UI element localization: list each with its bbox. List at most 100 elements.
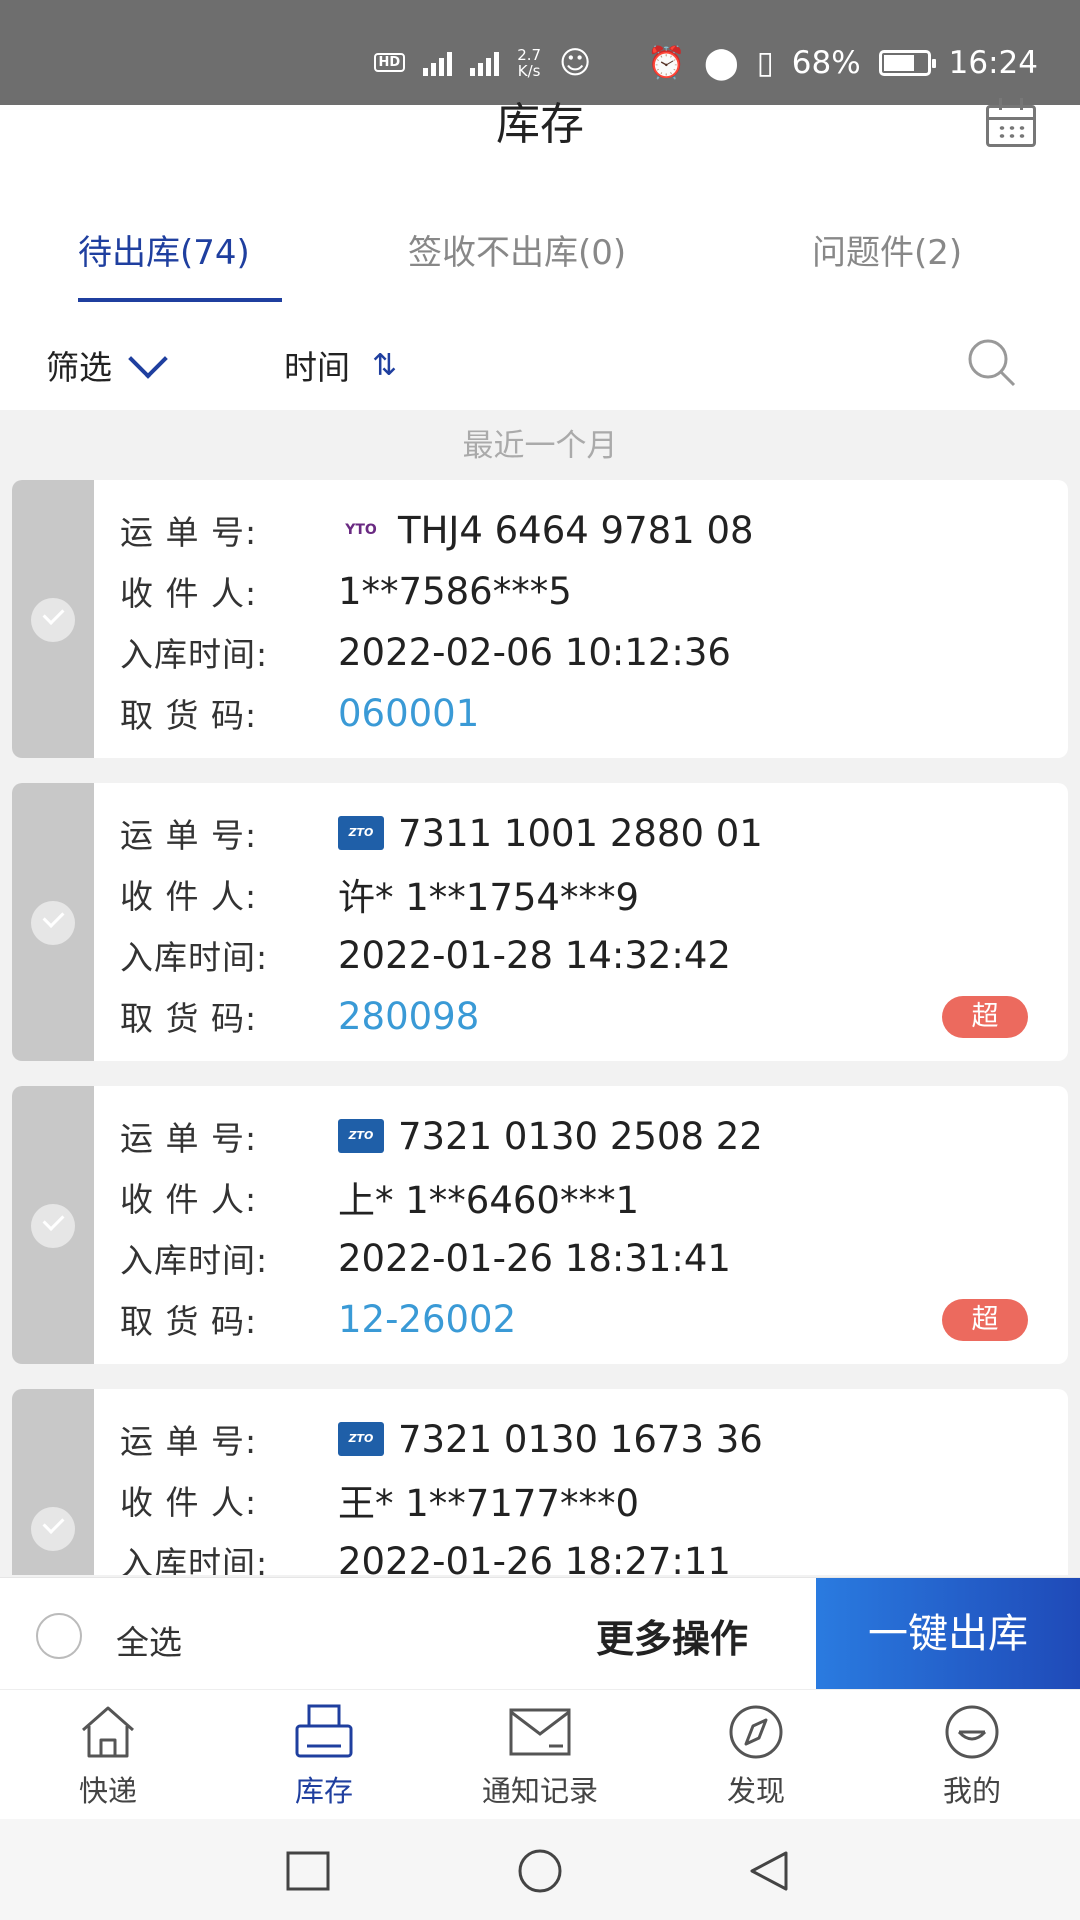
check-icon[interactable] bbox=[31, 901, 75, 945]
waybill-label: 运 单 号: bbox=[120, 816, 258, 855]
tab-pending-outbound[interactable]: 待出库(74) bbox=[78, 225, 250, 274]
tabbar-label: 发现 bbox=[726, 1774, 785, 1808]
select-all-radio[interactable] bbox=[36, 1613, 82, 1659]
stored-time-value: 2022-02-06 10:12:36 bbox=[338, 630, 731, 674]
select-strip[interactable] bbox=[12, 783, 94, 1061]
section-label: 最近一个月 bbox=[462, 428, 618, 464]
tabbar-label: 快递 bbox=[78, 1774, 137, 1808]
back-triangle-icon[interactable] bbox=[746, 1849, 794, 1893]
stored-time-label: 入库时间: bbox=[120, 938, 269, 977]
package-card[interactable]: 运 单 号: ZTO 7321 0130 2508 22 收 件 人: 上* 1… bbox=[12, 1086, 1068, 1364]
time-sort[interactable]: 时间 ⇅ bbox=[284, 341, 397, 389]
stored-time-label: 入库时间: bbox=[120, 1241, 269, 1280]
battery-icon bbox=[878, 49, 936, 76]
waybill-label: 运 单 号: bbox=[120, 1422, 258, 1461]
package-list[interactable]: 运 单 号: YTO THJ4 6464 9781 08 收 件 人: 1**7… bbox=[0, 480, 1080, 1575]
tab-problem-items[interactable]: 问题件(2) bbox=[812, 225, 962, 274]
waybill-number: 7311 1001 2880 01 bbox=[398, 811, 763, 855]
recents-square-icon[interactable] bbox=[284, 1849, 332, 1893]
filter-dropdown[interactable]: 筛选 bbox=[46, 339, 168, 389]
recipient-row: 收 件 人: 上* 1**6460***1 bbox=[120, 1172, 639, 1222]
status-bar: HD 2.7 K/s ☺ ⏰ ⬤ ▯ 68% 16:24 bbox=[0, 0, 1080, 105]
bulk-action-bar: 全选 更多操作 一键出库 bbox=[0, 1577, 1080, 1690]
waybill-number: 7321 0130 1673 36 bbox=[398, 1417, 763, 1461]
zto-logo-icon: ZTO bbox=[338, 1422, 384, 1456]
recipient-label: 收 件 人: bbox=[120, 1180, 258, 1219]
pickup-code-label: 取 货 码: bbox=[120, 696, 258, 735]
waybill-row: 运 单 号: ZTO 7321 0130 2508 22 bbox=[120, 1111, 763, 1161]
tabbar-item-discover[interactable]: 发现 bbox=[648, 1702, 864, 1810]
select-strip[interactable] bbox=[12, 480, 94, 758]
clock-time: 16:24 bbox=[948, 44, 1038, 81]
waybill-row: 运 单 号: ZTO 7311 1001 2880 01 bbox=[120, 808, 763, 858]
tab-bar: 待出库(74) 签收不出库(0) 问题件(2) bbox=[0, 180, 1080, 305]
recipient-row: 收 件 人: 许* 1**1754***9 bbox=[120, 869, 639, 919]
header: 库存 bbox=[0, 98, 1080, 180]
tabbar-item-notifications[interactable]: 通知记录 bbox=[432, 1702, 648, 1810]
stored-time-value: 2022-01-26 18:31:41 bbox=[338, 1236, 731, 1280]
pickup-code-label: 取 货 码: bbox=[120, 1302, 258, 1341]
compass-icon bbox=[729, 1705, 783, 1759]
package-card[interactable]: 运 单 号: ZTO 7321 0130 1673 36 收 件 人: 王* 1… bbox=[12, 1389, 1068, 1575]
select-strip[interactable] bbox=[12, 1086, 94, 1364]
overdue-badge: 超 bbox=[942, 1299, 1028, 1341]
tabbar-item-express[interactable]: 快递 bbox=[0, 1702, 216, 1810]
package-card[interactable]: 运 单 号: ZTO 7311 1001 2880 01 收 件 人: 许* 1… bbox=[12, 783, 1068, 1061]
tabbar-label: 库存 bbox=[294, 1774, 353, 1808]
check-icon[interactable] bbox=[31, 598, 75, 642]
check-icon[interactable] bbox=[31, 1507, 75, 1551]
one-click-outbound-button[interactable]: 一键出库 bbox=[816, 1578, 1080, 1690]
network-speed-unit: K/s bbox=[517, 61, 541, 80]
status-icons: HD 2.7 K/s ☺ ⏰ ⬤ ▯ 68% 16:24 bbox=[373, 44, 1038, 81]
waybill-value: ZTO 7311 1001 2880 01 bbox=[338, 812, 763, 855]
zto-logo-icon: ZTO bbox=[338, 1119, 384, 1153]
pickup-code-label: 取 货 码: bbox=[120, 999, 258, 1038]
waybill-label: 运 单 号: bbox=[120, 1119, 258, 1158]
alarm-icon: ⏰ bbox=[647, 45, 686, 81]
stored-time-label: 入库时间: bbox=[120, 1544, 269, 1575]
waybill-value: ZTO 7321 0130 2508 22 bbox=[338, 1115, 763, 1158]
profile-icon bbox=[945, 1705, 999, 1759]
recipient-value: 上* 1**6460***1 bbox=[338, 1179, 640, 1222]
recipient-row: 收 件 人: 王* 1**7177***0 bbox=[120, 1475, 639, 1525]
search-icon[interactable] bbox=[964, 335, 1020, 391]
vibrate-icon: ▯ bbox=[756, 44, 774, 81]
package-card[interactable]: 运 单 号: YTO THJ4 6464 9781 08 收 件 人: 1**7… bbox=[12, 480, 1068, 758]
chevron-down-icon bbox=[128, 339, 168, 379]
recipient-row: 收 件 人: 1**7586***5 bbox=[120, 566, 572, 616]
stored-time-row: 入库时间: 2022-01-26 18:27:11 bbox=[120, 1536, 731, 1576]
filter-bar: 筛选 时间 ⇅ bbox=[0, 305, 1080, 410]
network-speed: 2.7 K/s bbox=[517, 47, 541, 79]
battery-percent: 68% bbox=[791, 44, 861, 81]
time-label: 时间 bbox=[284, 348, 350, 387]
select-all-label[interactable]: 全选 bbox=[116, 1616, 182, 1664]
recipient-value: 1**7586***5 bbox=[338, 569, 572, 613]
recipient-label: 收 件 人: bbox=[120, 574, 258, 613]
tabbar-label: 我的 bbox=[942, 1774, 1001, 1808]
calendar-icon[interactable] bbox=[986, 98, 1036, 147]
check-icon[interactable] bbox=[31, 1204, 75, 1248]
bottom-tab-bar: 快递 库存 通知记录 发现 我的 bbox=[0, 1689, 1080, 1819]
recipient-label: 收 件 人: bbox=[120, 1483, 258, 1522]
tab-signed-not-outbound[interactable]: 签收不出库(0) bbox=[408, 225, 626, 274]
waybill-value: YTO THJ4 6464 9781 08 bbox=[338, 509, 754, 552]
tabbar-label: 通知记录 bbox=[481, 1774, 598, 1808]
home-circle-icon[interactable] bbox=[513, 1849, 567, 1893]
zto-logo-icon: ZTO bbox=[338, 816, 384, 850]
waybill-value: ZTO 7321 0130 1673 36 bbox=[338, 1418, 763, 1461]
stored-time-row: 入库时间: 2022-01-26 18:31:41 bbox=[120, 1233, 731, 1283]
overdue-badge: 超 bbox=[942, 996, 1028, 1038]
tabbar-item-inventory[interactable]: 库存 bbox=[216, 1702, 432, 1810]
pickup-code-row: 取 货 码: 12-26002 bbox=[120, 1294, 516, 1344]
signal-icon-2 bbox=[470, 50, 500, 76]
pickup-code-row: 取 货 码: 060001 bbox=[120, 688, 479, 738]
more-operations-button[interactable]: 更多操作 bbox=[596, 1608, 748, 1663]
waybill-number: THJ4 6464 9781 08 bbox=[398, 508, 754, 552]
hd-icon: HD bbox=[373, 53, 406, 72]
select-strip[interactable] bbox=[12, 1389, 94, 1575]
pickup-code-value: 280098 bbox=[338, 994, 480, 1038]
tabbar-item-profile[interactable]: 我的 bbox=[864, 1702, 1080, 1810]
sort-icon: ⇅ bbox=[372, 347, 398, 383]
recipient-value: 王* 1**7177***0 bbox=[338, 1482, 640, 1525]
stored-time-value: 2022-01-28 14:32:42 bbox=[338, 933, 731, 977]
